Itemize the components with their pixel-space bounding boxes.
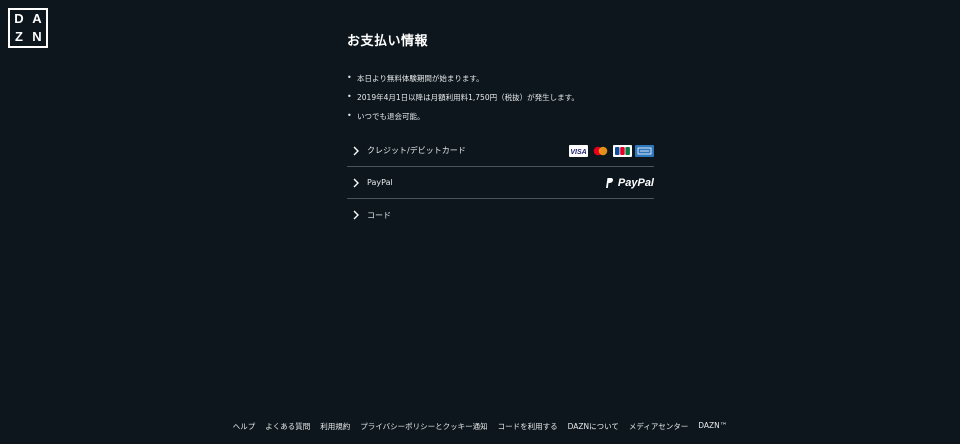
paypal-logo: PayPal [604, 177, 654, 189]
footer-link-help[interactable]: ヘルプ [233, 421, 256, 432]
footer-links: ヘルプ よくある質問 利用規約 プライバシーポリシーとクッキー通知 コードを利用… [0, 421, 960, 432]
payment-method-label: コード [367, 210, 391, 220]
payment-method-credit-card[interactable]: クレジット/デビットカード VISA [347, 135, 654, 167]
card-brands: VISA [569, 144, 654, 157]
info-list: • 本日より無料体験期間が始まります。 • 2019年4月1日以降は月額利用料1,7… [347, 73, 654, 130]
footer-link-privacy[interactable]: プライバシーポリシーとクッキー通知 [360, 421, 487, 432]
paypal-icon [605, 177, 613, 188]
bullet-icon: • [347, 111, 352, 120]
logo-letter: A [32, 11, 42, 26]
svg-text:VISA: VISA [570, 149, 586, 155]
dazn-logo[interactable]: D A Z N [8, 8, 48, 48]
footer-link-media-center[interactable]: メディアセンター [629, 421, 688, 432]
payment-method-paypal[interactable]: PayPal PayPal [347, 167, 654, 199]
footer-link-dazn[interactable]: DAZN™ [698, 421, 727, 432]
paypal-wordmark: PayPal [617, 176, 654, 189]
amex-icon [635, 144, 654, 157]
bullet-icon: • [347, 92, 352, 101]
payment-method-code[interactable]: コード [347, 199, 654, 231]
footer-link-faq[interactable]: よくある質問 [265, 421, 310, 432]
chevron-right-icon [353, 178, 359, 187]
mastercard-icon [591, 144, 610, 157]
footer-link-about[interactable]: DAZNについて [568, 421, 619, 432]
list-item: • 2019年4月1日以降は月額利用料1,750円（税抜）が発生します。 [347, 92, 654, 111]
payment-method-label: PayPal [367, 178, 393, 187]
footer-link-terms[interactable]: 利用規約 [320, 421, 350, 432]
list-item-text: 本日より無料体験期間が始まります。 [357, 74, 484, 83]
list-item-text: いつでも退会可能。 [357, 112, 425, 121]
list-item: • いつでも退会可能。 [347, 111, 654, 130]
chevron-right-icon [353, 146, 359, 155]
visa-icon: VISA [569, 144, 588, 157]
chevron-right-icon [353, 210, 359, 220]
logo-letter: Z [15, 29, 23, 44]
logo-letter: N [32, 29, 42, 44]
list-item-text: 2019年4月1日以降は月額利用料1,750円（税抜）が発生します。 [357, 93, 579, 102]
list-item: • 本日より無料体験期間が始まります。 [347, 73, 654, 92]
payment-methods: クレジット/デビットカード VISA PayPal PayPal コード [347, 135, 654, 231]
footer-link-redeem-code[interactable]: コードを利用する [498, 421, 558, 432]
bullet-icon: • [347, 73, 352, 82]
payment-panel: お支払い情報 • 本日より無料体験期間が始まります。 • 2019年4月1日以降は月… [347, 30, 654, 231]
payment-method-label: クレジット/デビットカード [367, 146, 466, 155]
page-title: お支払い情報 [347, 34, 429, 49]
logo-letter: D [14, 11, 24, 26]
jcb-icon [613, 144, 632, 157]
